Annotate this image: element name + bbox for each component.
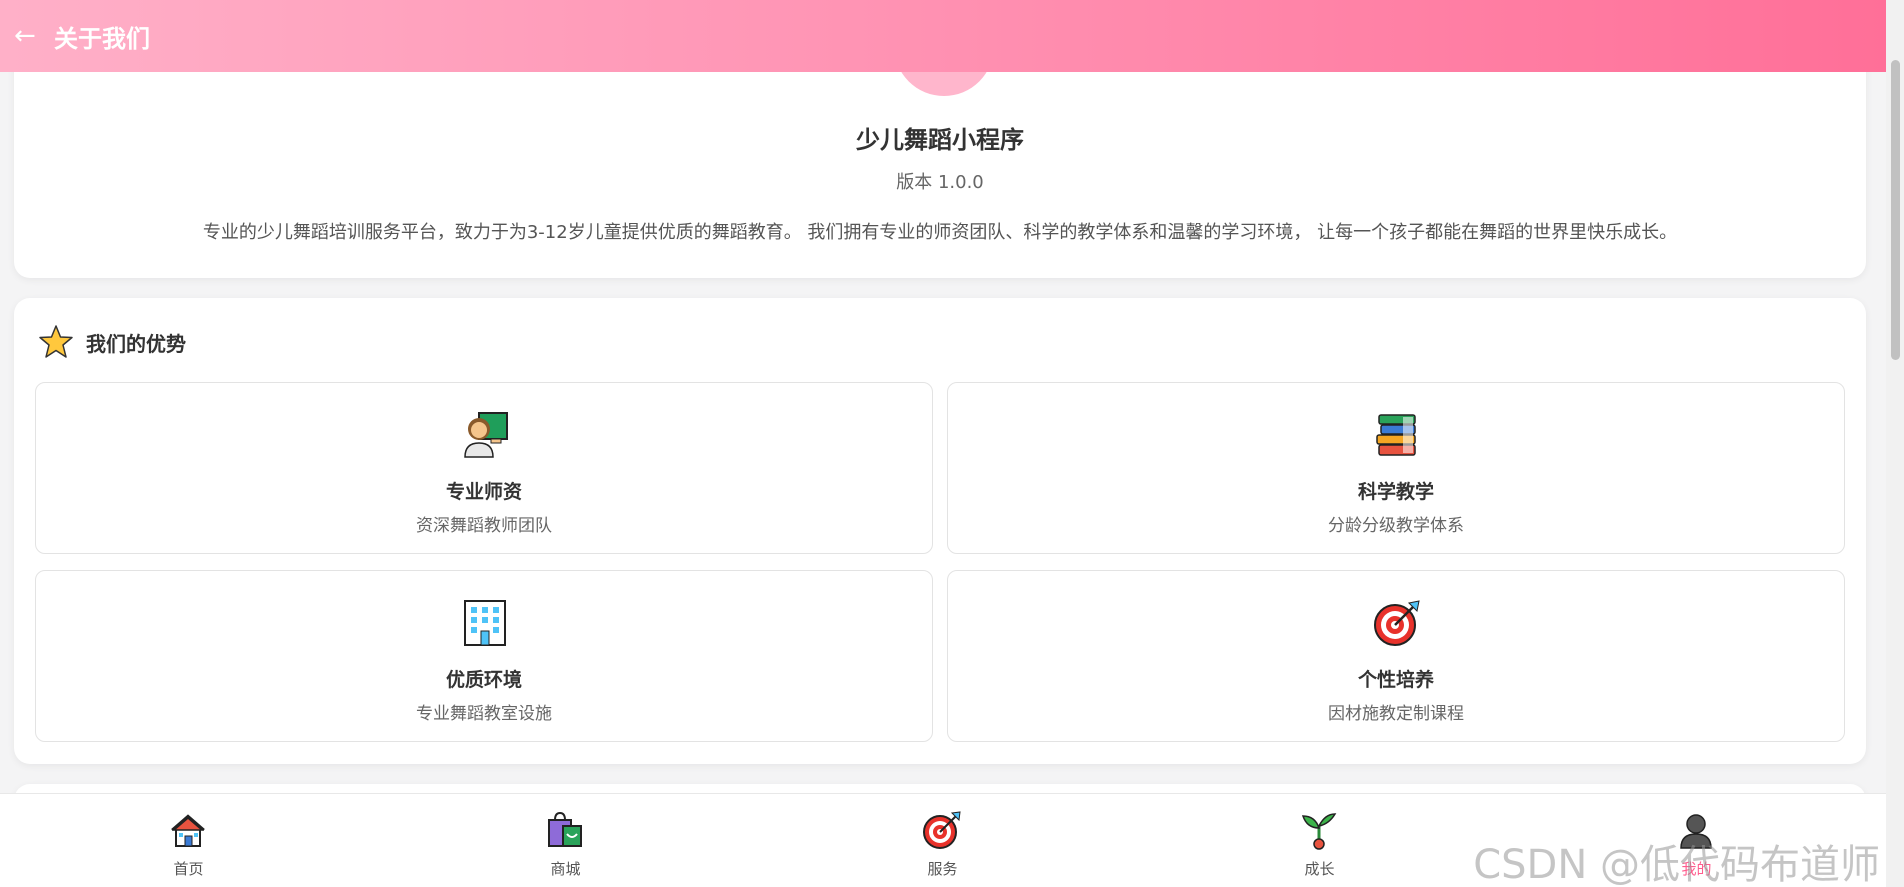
feature-subtitle: 分龄分级教学体系 [1328,516,1464,536]
feature-subtitle: 专业舞蹈教室设施 [416,704,552,724]
tab-label: 服务 [927,860,958,878]
back-arrow-icon[interactable]: ← [14,21,54,51]
target-icon [923,811,961,849]
advantages-card: 我们的优势 专业师资 资深舞蹈教师团队 科学教学 分龄分级教学体系 优质环境 专… [14,298,1866,764]
tab-home[interactable]: 首页 [0,794,377,887]
feature-subtitle: 资深舞蹈教师团队 [416,516,552,536]
intro-card: 少儿舞蹈小程序 版本 1.0.0 专业的少儿舞蹈培训服务平台，致力于为3-12岁… [14,10,1866,278]
advantages-header: 我们的优势 [38,324,186,360]
target-icon [1374,600,1420,646]
feature-title: 科学教学 [1357,481,1434,503]
books-icon [1376,414,1416,456]
vertical-scrollbar[interactable] [1886,0,1904,887]
sprout-icon [1301,813,1337,850]
star-icon [39,325,73,358]
feature-title: 优质环境 [445,669,522,691]
feature-title: 个性培养 [1357,669,1434,691]
app-header: ← 关于我们 [0,0,1886,72]
feature-title: 专业师资 [445,481,522,503]
tab-growth[interactable]: 成长 [1131,794,1508,887]
home-icon [171,814,205,847]
tab-mall[interactable]: 商城 [377,794,754,887]
tab-label: 首页 [173,860,204,878]
app-name: 少儿舞蹈小程序 [856,126,1024,154]
tab-service[interactable]: 服务 [754,794,1131,887]
tab-label: 商城 [550,860,581,878]
advantages-title: 我们的优势 [86,331,186,356]
feature-scientific-teaching[interactable]: 科学教学 分龄分级教学体系 [947,382,1845,554]
feature-professional-teachers[interactable]: 专业师资 资深舞蹈教师团队 [35,382,933,554]
feature-quality-environment[interactable]: 优质环境 专业舞蹈教室设施 [35,570,933,742]
app-description: 专业的少儿舞蹈培训服务平台，致力于为3-12岁儿童提供优质的舞蹈教育。 我们拥有… [202,222,1678,243]
watermark: CSDN @低代码布道师 [1473,842,1880,887]
page-title: 关于我们 [54,24,150,53]
feature-personalized-training[interactable]: 个性培养 因材施教定制课程 [947,570,1845,742]
scrollbar-thumb[interactable] [1891,60,1900,360]
page-content: ← 关于我们 少儿舞蹈小程序 版本 1.0.0 专业的少儿舞蹈培训服务平台，致力… [0,0,1886,887]
app-version: 版本 1.0.0 [896,172,984,193]
tab-label: 成长 [1304,860,1335,878]
teacher-icon [464,412,508,458]
building-icon [464,600,506,646]
shopping-bag-icon [548,811,582,847]
feature-subtitle: 因材施教定制课程 [1328,704,1464,724]
